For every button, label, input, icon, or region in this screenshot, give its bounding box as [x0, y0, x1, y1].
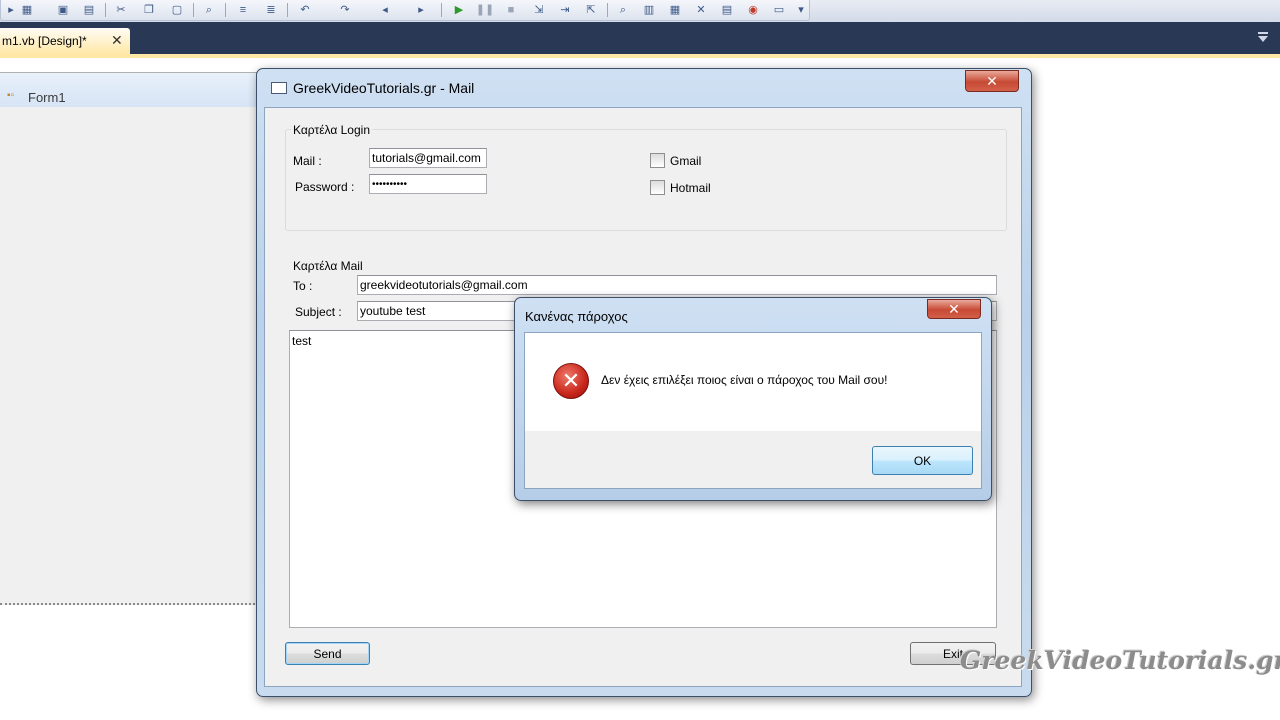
navigate-forward-icon[interactable]: ▸	[413, 2, 429, 18]
toolbar-separator	[193, 3, 194, 17]
message-box-title: Κανένας πάροχος	[525, 309, 628, 324]
object-browser-icon[interactable]: ▤	[719, 2, 735, 18]
subject-label: Subject :	[295, 305, 342, 319]
tab-form1-design[interactable]: m1.vb [Design]* ✕	[0, 28, 130, 54]
hotmail-label: Hotmail	[670, 181, 711, 195]
toolbar-separator	[287, 3, 288, 17]
window-icon	[271, 82, 287, 94]
designer-form-label: Form1	[28, 90, 66, 105]
error-list-icon[interactable]: ◉	[745, 2, 761, 18]
paste-icon[interactable]: ▢	[169, 2, 185, 18]
step-out-icon[interactable]: ⇱	[583, 2, 599, 18]
mail-group-label: Καρτέλα Mail	[291, 259, 365, 273]
tab-list-dropdown-icon[interactable]	[1258, 32, 1268, 42]
find-in-files-icon[interactable]: ⌕	[615, 2, 631, 18]
ide-toolbar: ▸ ▦ ▣ ▤ ✂ ❐ ▢ ⌕ ≡ ≣ ↶ ↷ ◂ ▸ ▶ ❚❚ ■ ⇲ ⇥ ⇱…	[0, 0, 1280, 23]
output-window-icon[interactable]: ▭	[771, 2, 787, 18]
find-icon[interactable]: ⌕	[201, 2, 217, 18]
watermark-text: GreekVideoTutorials.gr	[960, 646, 1280, 675]
to-input[interactable]: greekvideotutorials@gmail.com	[357, 275, 997, 295]
message-box-dialog[interactable]: Κανένας πάροχος ✕ ✕ Δεν έχεις επιλέξει π…	[514, 297, 992, 501]
password-label: Password :	[295, 180, 355, 194]
hotmail-checkbox[interactable]	[650, 180, 665, 195]
window-close-button[interactable]: ✕	[965, 70, 1019, 92]
document-tab-strip: m1.vb [Design]* ✕	[0, 22, 1280, 54]
window-title: GreekVideoTutorials.gr - Mail	[293, 80, 475, 96]
undo-icon[interactable]: ↶	[297, 2, 313, 18]
toolbar-customize-icon[interactable]: ▾	[793, 2, 809, 18]
form-icon: ▪▫	[7, 90, 15, 101]
message-box-text: Δεν έχεις επιλέξει ποιος είναι ο πάροχος…	[601, 373, 888, 387]
error-icon: ✕	[553, 363, 589, 399]
redo-icon[interactable]: ↷	[337, 2, 353, 18]
solution-explorer-icon[interactable]: ▥	[641, 2, 657, 18]
login-group-label: Καρτέλα Login	[291, 123, 372, 137]
copy-icon[interactable]: ❐	[141, 2, 157, 18]
toolbar-panel: ▸ ▦ ▣ ▤ ✂ ❐ ▢ ⌕ ≡ ≣ ↶ ↷ ◂ ▸ ▶ ❚❚ ■ ⇲ ⇥ ⇱…	[0, 0, 810, 21]
stop-icon[interactable]: ■	[503, 2, 519, 18]
gmail-label: Gmail	[670, 154, 702, 168]
uncomment-icon[interactable]: ≣	[263, 2, 279, 18]
toolbar-separator	[441, 3, 442, 17]
message-box-content: ✕ Δεν έχεις επιλέξει ποιος είναι ο πάροχ…	[525, 333, 981, 431]
mail-input[interactable]: tutorials@gmail.com	[369, 148, 487, 168]
navigate-back-icon[interactable]: ◂	[377, 2, 393, 18]
send-button[interactable]: Send	[285, 642, 370, 665]
toolbar-overflow-icon[interactable]: ▸	[3, 2, 19, 18]
cut-icon[interactable]: ✂	[113, 2, 129, 18]
comment-icon[interactable]: ≡	[235, 2, 251, 18]
message-box-close-button[interactable]: ✕	[927, 299, 981, 319]
toolbar-separator	[607, 3, 608, 17]
mail-label: Mail :	[293, 154, 322, 168]
add-item-icon[interactable]: ▦	[19, 2, 35, 18]
start-debug-icon[interactable]: ▶	[451, 2, 467, 18]
password-input[interactable]: ••••••••••	[369, 174, 487, 194]
step-into-icon[interactable]: ⇲	[531, 2, 547, 18]
designer-form-titlebar: ▪▫ Form1	[0, 73, 262, 107]
pause-icon[interactable]: ❚❚	[476, 2, 494, 18]
to-label: To :	[293, 279, 313, 293]
properties-icon[interactable]: ▦	[667, 2, 683, 18]
tab-close-icon[interactable]: ✕	[111, 32, 123, 49]
step-over-icon[interactable]: ⇥	[557, 2, 573, 18]
gmail-checkbox[interactable]	[650, 153, 665, 168]
save-icon[interactable]: ▣	[55, 2, 71, 18]
designer-form[interactable]: ▪▫ Form1	[0, 72, 263, 605]
message-box-client: ✕ Δεν έχεις επιλέξει ποιος είναι ο πάροχ…	[524, 332, 982, 489]
save-all-icon[interactable]: ▤	[81, 2, 97, 18]
toolbox-icon[interactable]: ✕	[693, 2, 709, 18]
tab-label: m1.vb [Design]*	[2, 34, 87, 48]
toolbar-separator	[105, 3, 106, 17]
ok-button[interactable]: OK	[872, 446, 973, 475]
toolbar-separator	[225, 3, 226, 17]
